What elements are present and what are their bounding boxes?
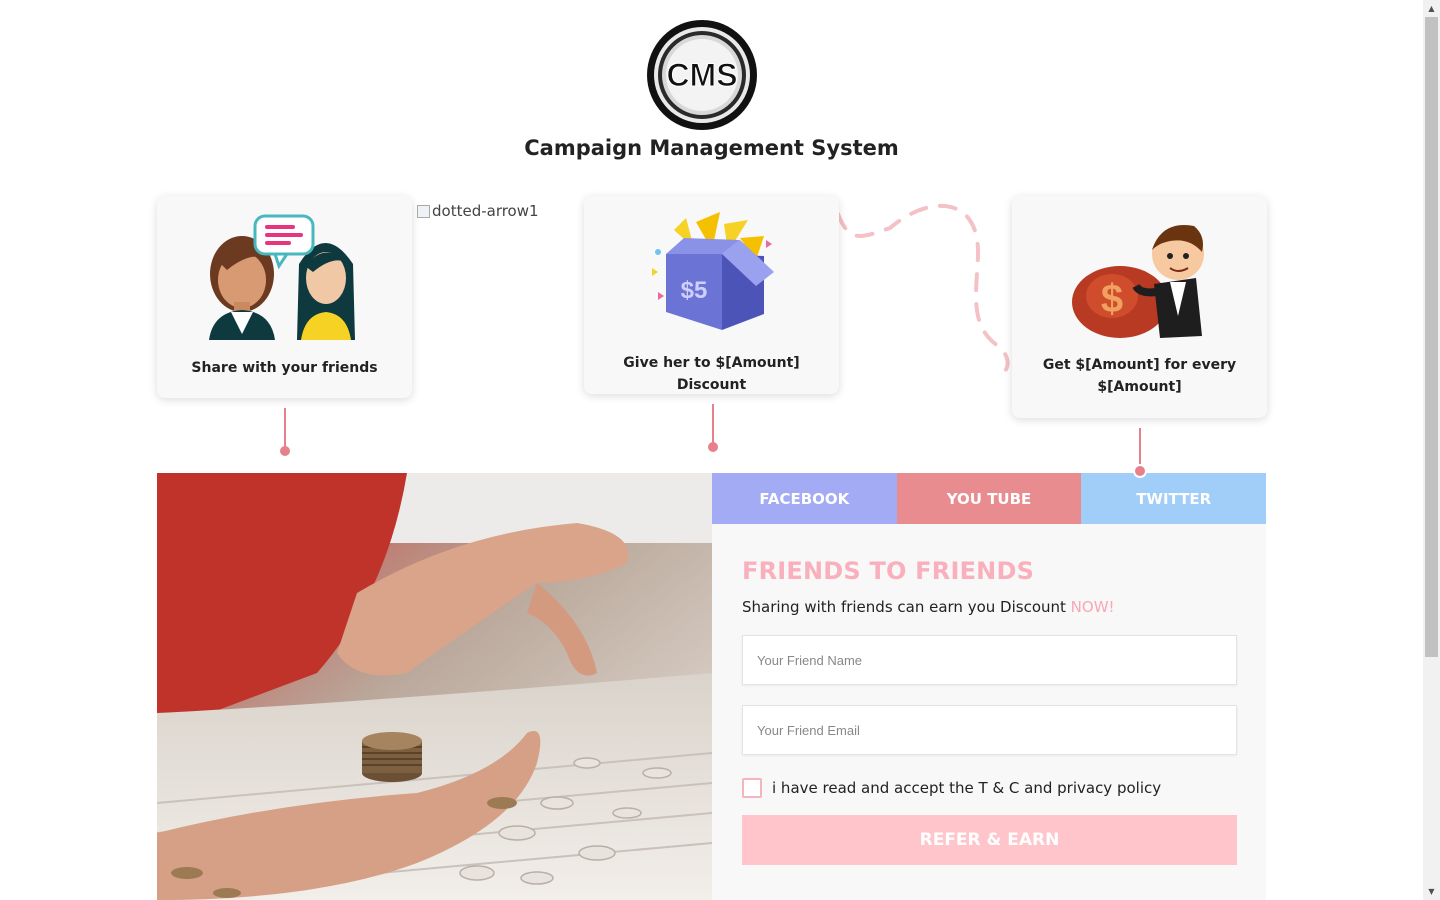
- step-label-discount: Give her to $[Amount] Discount: [623, 355, 800, 393]
- tab-facebook[interactable]: FACEBOOK: [712, 473, 897, 524]
- gift-box-amount: $5: [681, 277, 708, 304]
- money-bag-man-icon: $: [1070, 216, 1210, 344]
- page-title: Campaign Management System: [524, 136, 899, 160]
- tab-youtube[interactable]: YOU TUBE: [896, 473, 1082, 524]
- form-heading: FRIENDS TO FRIENDS: [742, 557, 1035, 585]
- step-label-share: Share with your friends: [191, 360, 378, 376]
- dotted-path-decoration: [836, 203, 1010, 376]
- scroll-down-icon[interactable]: ▼: [1423, 883, 1440, 900]
- step-card-earn: $ Get $[Amount] for every $[Amount]: [1012, 196, 1267, 418]
- dotted-arrow-broken-image: dotted-arrow1: [417, 202, 539, 220]
- friend-email-input[interactable]: [742, 705, 1237, 755]
- form-subtext-highlight: NOW!: [1070, 598, 1115, 616]
- friends-chat-icon: [207, 214, 362, 346]
- step-card-discount: $5 Give her to $[Amount] Discount: [584, 196, 839, 394]
- friend-name-input[interactable]: [742, 635, 1237, 685]
- page: CMS Campaign Management System Share wit…: [0, 0, 1423, 900]
- referral-form: FRIENDS TO FRIENDS Sharing with friends …: [712, 524, 1266, 900]
- step-card-share: Share with your friends: [157, 196, 412, 398]
- form-subtext: Sharing with friends can earn you Discou…: [742, 598, 1115, 616]
- form-subtext-text: Sharing with friends can earn you Discou…: [742, 598, 1071, 616]
- svg-text:$: $: [1101, 277, 1123, 321]
- step-label-earn: Get $[Amount] for every $[Amount]: [1042, 357, 1237, 395]
- consent-row: i have read and accept the T & C and pri…: [742, 778, 1161, 798]
- connector-line-3: [1139, 428, 1141, 466]
- scroll-up-icon[interactable]: ▲: [1423, 0, 1440, 17]
- connector-dot-1: [280, 446, 290, 456]
- connector-line-1: [284, 408, 286, 448]
- connector-line-2: [712, 404, 714, 444]
- social-tabs: FACEBOOK YOU TUBE TWITTER: [712, 473, 1267, 524]
- consent-label: i have read and accept the T & C and pri…: [772, 779, 1162, 797]
- tab-twitter[interactable]: TWITTER: [1081, 473, 1267, 524]
- connector-dot-2: [708, 442, 718, 452]
- logo-text: CMS: [666, 57, 737, 93]
- connector-dot-3: [1133, 464, 1147, 478]
- broken-image-alt: dotted-arrow1: [432, 202, 539, 220]
- refer-earn-button[interactable]: REFER & EARN: [742, 815, 1237, 865]
- consent-checkbox[interactable]: [742, 778, 762, 798]
- page-scrollbar[interactable]: ▲ ▼: [1423, 0, 1440, 900]
- coins-in-hands-photo: [157, 473, 712, 900]
- broken-image-icon: [417, 204, 430, 218]
- cms-logo: CMS: [646, 19, 758, 131]
- scrollbar-thumb[interactable]: [1425, 17, 1438, 657]
- gift-box-icon: $5: [644, 212, 779, 342]
